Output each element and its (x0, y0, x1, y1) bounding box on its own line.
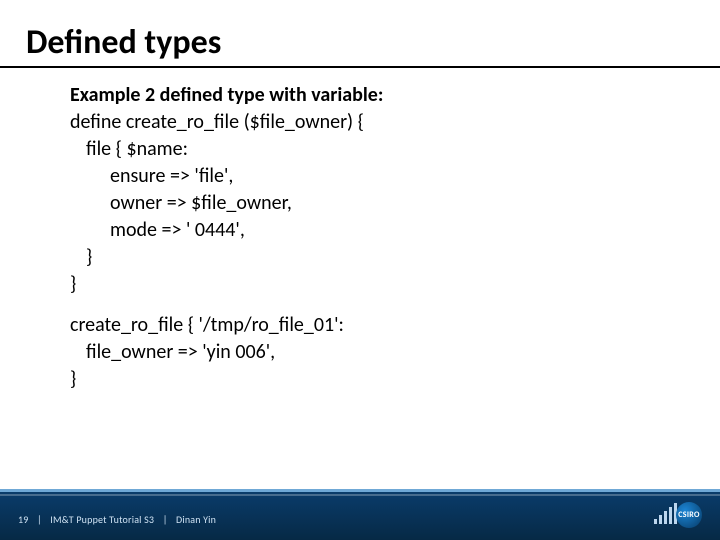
example-heading: Example 2 defined type with variable: (70, 82, 650, 109)
code-line: } (70, 366, 650, 393)
code-line: file_owner => 'yin 006', (70, 339, 650, 366)
slide: Defined types Example 2 defined type wit… (0, 0, 720, 540)
code-line: owner => $file_owner, (70, 190, 650, 217)
footer-text: 19 | IM&T Puppet Tutorial S3 | Dinan Yin (18, 513, 216, 526)
logo-text: CSIRO (678, 510, 699, 520)
footer-author: Dinan Yin (176, 513, 216, 526)
spacer (70, 298, 650, 312)
code-line: file { $name: (70, 136, 650, 163)
slide-content: Example 2 defined type with variable: de… (70, 82, 650, 393)
code-line: define create_ro_file ($file_owner) { (70, 109, 650, 136)
footer-sep: | (163, 513, 168, 526)
footer-inner-line (0, 494, 720, 496)
code-line: mode => ' 0444', (70, 217, 650, 244)
code-line: } (70, 271, 650, 298)
logo-bars-icon (654, 503, 677, 524)
code-line: } (70, 244, 650, 271)
title-underline (0, 66, 720, 68)
footer-section: IM&T Puppet Tutorial S3 (50, 513, 154, 526)
code-line: ensure => 'file', (70, 163, 650, 190)
logo-circle-icon: CSIRO (676, 502, 702, 528)
footer-band: 19 | IM&T Puppet Tutorial S3 | Dinan Yin… (0, 492, 720, 540)
slide-title: Defined types (26, 22, 221, 63)
footer-sep: | (37, 513, 42, 526)
csiro-logo: CSIRO (654, 494, 702, 534)
code-line: create_ro_file { '/tmp/ro_file_01': (70, 312, 650, 339)
page-number: 19 (18, 513, 29, 526)
